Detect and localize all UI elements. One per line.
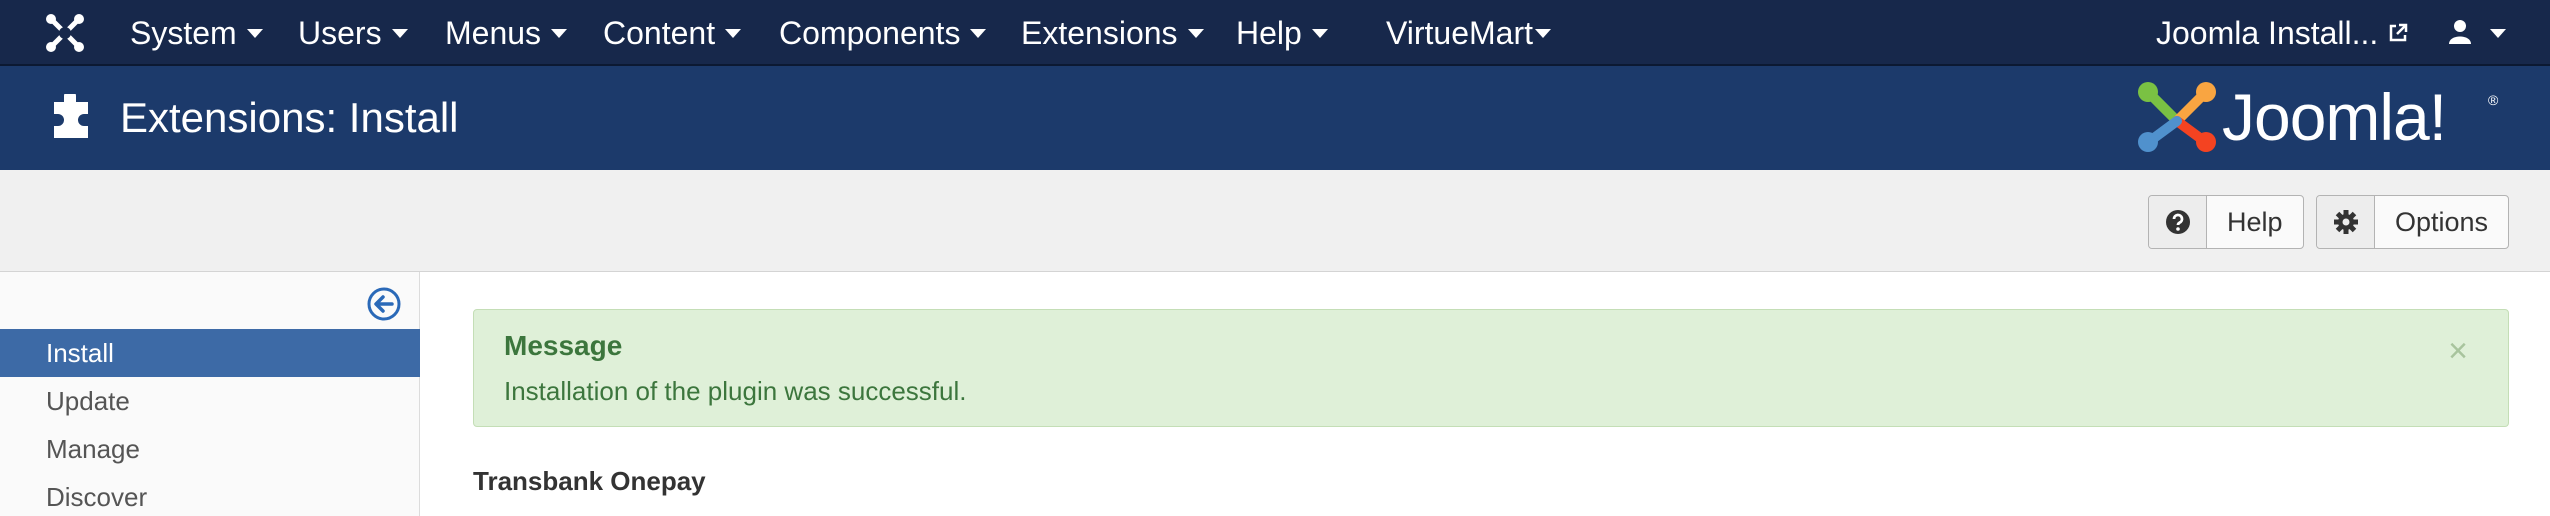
help-button-label: Help xyxy=(2227,207,2283,237)
sidebar: Install Update Manage Discover xyxy=(0,272,420,516)
page-header: Extensions: Install Joomla! ® xyxy=(0,66,2550,170)
top-navbar: System Users Menus Content Components Ex… xyxy=(0,0,2550,66)
message-body: Installation of the plugin was successfu… xyxy=(504,376,967,406)
success-message: Message Installation of the plugin was s… xyxy=(473,309,2509,427)
user-icon xyxy=(2449,19,2471,44)
collapse-sidebar-icon[interactable] xyxy=(366,286,402,322)
joomla-logo-icon[interactable] xyxy=(2134,78,2220,156)
chevron-down-icon xyxy=(1187,29,1204,39)
chevron-down-icon xyxy=(725,29,742,39)
menu-components[interactable]: Components xyxy=(779,0,987,66)
menu-extensions[interactable]: Extensions xyxy=(1021,0,1204,66)
puzzle-icon xyxy=(54,94,88,138)
options-icon-box xyxy=(2317,196,2375,248)
options-button-label: Options xyxy=(2395,207,2489,237)
sidebar-item-discover[interactable]: Discover xyxy=(0,473,420,516)
joomla-icon[interactable] xyxy=(44,12,86,54)
menu-menus[interactable]: Menus xyxy=(445,0,568,66)
sidebar-item-install[interactable]: Install xyxy=(0,329,420,377)
menu-help-label: Help xyxy=(1236,15,1302,51)
chevron-down-icon xyxy=(391,29,408,39)
external-link-icon xyxy=(2390,23,2408,41)
sidebar-item-label: Discover xyxy=(46,482,148,512)
menu-components-label: Components xyxy=(779,15,961,51)
registered-mark: ® xyxy=(2488,92,2499,108)
site-link-label: Joomla Install... xyxy=(2156,15,2379,51)
chevron-down-icon xyxy=(970,29,987,39)
help-icon-box xyxy=(2149,196,2207,248)
chevron-down-icon xyxy=(2490,29,2506,39)
menu-extensions-label: Extensions xyxy=(1021,15,1178,51)
sidebar-item-label: Install xyxy=(46,338,114,368)
options-button[interactable]: Options xyxy=(2316,195,2510,249)
menu-users-label: Users xyxy=(298,15,382,51)
menu-content-label: Content xyxy=(603,15,716,51)
menu-system[interactable]: System xyxy=(130,0,263,66)
close-icon[interactable]: × xyxy=(2448,334,2468,368)
site-link[interactable]: Joomla Install... xyxy=(2156,0,2408,66)
joomla-logo-text: Joomla! xyxy=(2222,80,2447,154)
question-circle-icon xyxy=(2165,210,2190,234)
sidebar-item-manage[interactable]: Manage xyxy=(0,425,420,473)
menu-users[interactable]: Users xyxy=(298,0,408,66)
sidebar-item-label: Update xyxy=(46,386,130,416)
menu-help[interactable]: Help xyxy=(1236,0,1328,66)
extension-name: Transbank Onepay xyxy=(473,466,706,496)
user-menu[interactable] xyxy=(2448,0,2506,66)
menu-virtuemart[interactable]: VirtueMart xyxy=(1386,0,1552,66)
menu-menus-label: Menus xyxy=(445,15,542,51)
chevron-down-icon xyxy=(1535,29,1552,39)
chevron-down-icon xyxy=(1311,29,1328,39)
chevron-down-icon xyxy=(551,29,568,39)
page-title: Extensions: Install xyxy=(120,94,459,141)
sidebar-item-update[interactable]: Update xyxy=(0,377,420,425)
menu-content[interactable]: Content xyxy=(603,0,742,66)
message-heading: Message xyxy=(504,330,623,361)
toolbar: Help Options xyxy=(0,170,2550,272)
menu-system-label: System xyxy=(130,15,237,51)
chevron-down-icon xyxy=(246,29,263,39)
sidebar-item-label: Manage xyxy=(46,434,140,464)
help-button[interactable]: Help xyxy=(2148,195,2304,249)
gear-icon xyxy=(2333,210,2358,234)
menu-virtuemart-label: VirtueMart xyxy=(1386,15,1534,51)
